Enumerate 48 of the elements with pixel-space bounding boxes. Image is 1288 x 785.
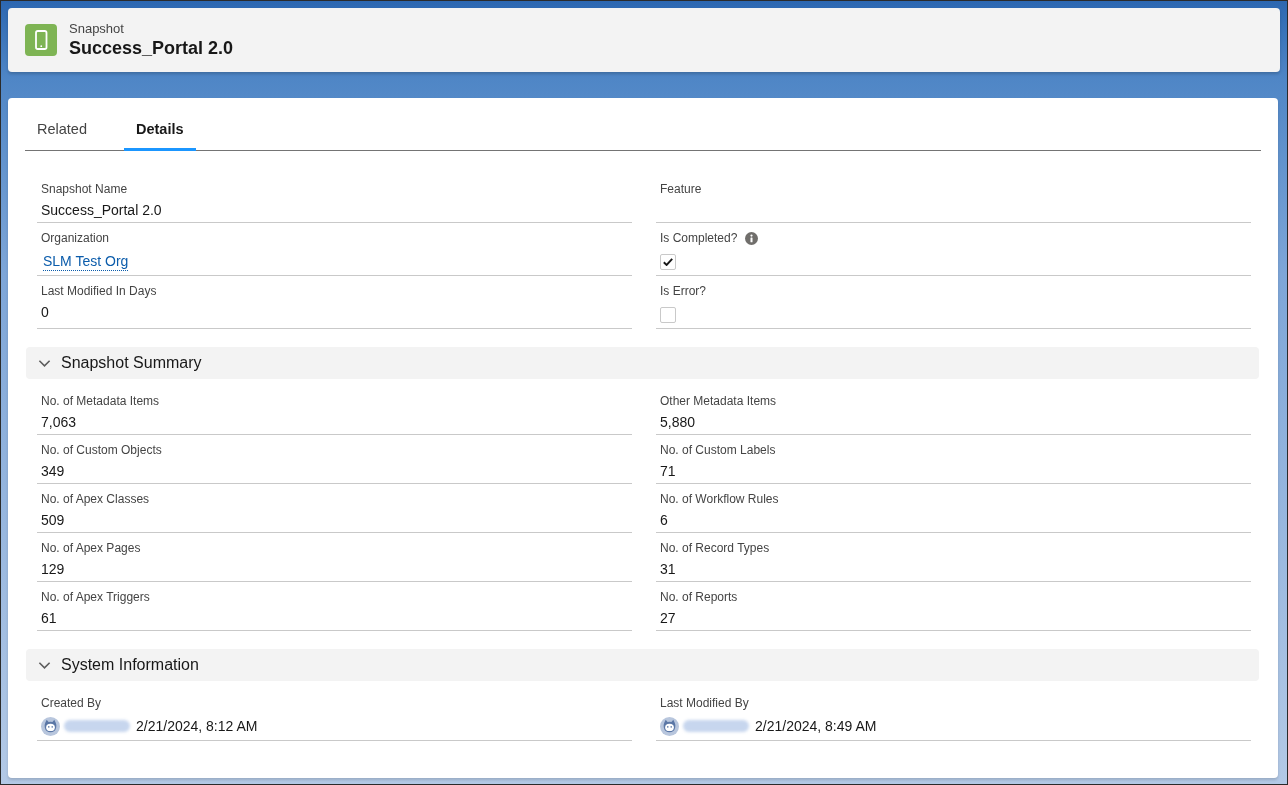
field-label: Created By: [41, 695, 102, 712]
field-value: 7,063: [41, 413, 77, 432]
field-label: Snapshot Name: [41, 181, 128, 198]
record-title: Success_Portal 2.0: [69, 37, 234, 59]
field-label: No. of Custom Objects: [41, 442, 162, 459]
checkmark-icon: [663, 258, 673, 266]
field-value: 509: [41, 511, 65, 530]
field-value: 61: [41, 609, 57, 628]
field-value: 71: [660, 462, 676, 481]
field-value: 0: [41, 303, 49, 322]
field-label: No. of Apex Triggers: [41, 589, 150, 606]
field-value: 2/21/2024, 8:49 AM: [755, 717, 877, 736]
organization-link[interactable]: SLM Test Org: [43, 251, 129, 271]
blurred-name[interactable]: [64, 720, 130, 732]
avatar-icon: [660, 716, 679, 736]
field-value: 27: [660, 609, 676, 628]
checkbox[interactable]: [660, 307, 676, 323]
blurred-name[interactable]: [683, 720, 749, 732]
info-icon[interactable]: [745, 231, 759, 245]
field-value: 129: [41, 560, 65, 579]
section-header[interactable]: Snapshot Summary: [26, 347, 1259, 379]
field-value: 31: [660, 560, 676, 579]
field-label: No. of Custom Labels: [660, 442, 776, 459]
field-value: 349: [41, 462, 65, 481]
field-label: No. of Metadata Items: [41, 393, 160, 410]
field-label: Other Metadata Items: [660, 393, 777, 410]
field-label: No. of Apex Pages: [41, 540, 141, 557]
avatar-icon: [41, 716, 60, 736]
field-label: No. of Workflow Rules: [660, 491, 779, 508]
field-label: Last Modified In Days: [41, 283, 157, 300]
tab[interactable]: Related: [25, 110, 99, 151]
field-label: Feature: [660, 181, 702, 198]
field-value: 5,880: [660, 413, 696, 432]
field-label: No. of Reports: [660, 589, 738, 606]
field-label: No. of Record Types: [660, 540, 770, 557]
field-value: 6: [660, 511, 668, 530]
field-label: Organization: [41, 230, 110, 247]
section-header[interactable]: System Information: [26, 649, 1259, 681]
checkbox[interactable]: [660, 254, 676, 270]
mobile-phone-icon: [25, 24, 57, 56]
field-value: 2/21/2024, 8:12 AM: [136, 717, 258, 736]
field-label: Is Error?: [660, 283, 706, 300]
field-label: No. of Apex Classes: [41, 491, 150, 508]
object-type-label: Snapshot: [69, 21, 124, 37]
tab[interactable]: Details: [124, 110, 196, 151]
field-value: Success_Portal 2.0: [41, 201, 162, 220]
field-label: Last Modified By: [660, 695, 749, 712]
field-label: Is Completed?: [660, 230, 738, 247]
